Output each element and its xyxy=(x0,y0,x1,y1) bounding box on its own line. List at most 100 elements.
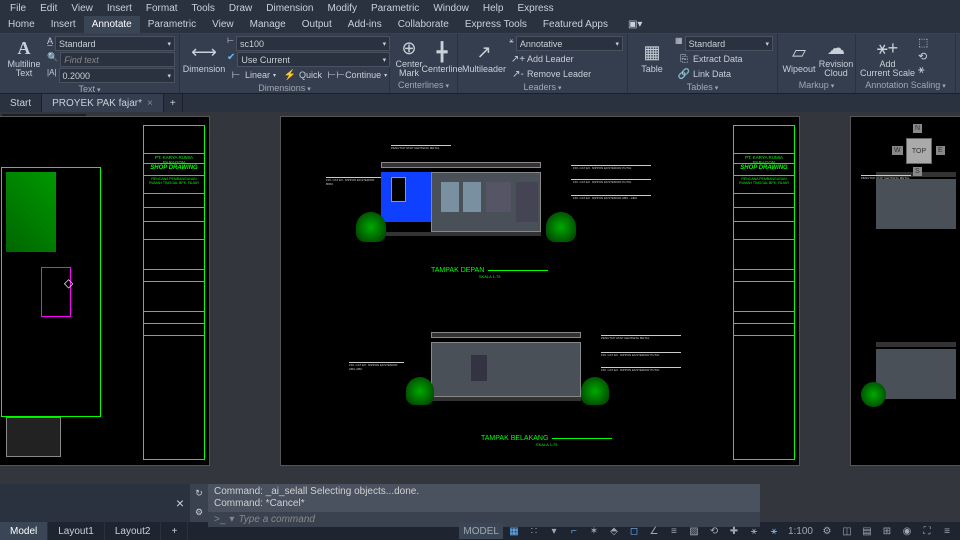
tab-addins[interactable]: Add-ins xyxy=(340,16,390,33)
grid-icon[interactable]: ▦ xyxy=(505,523,523,539)
menu-file[interactable]: File xyxy=(4,3,32,14)
centerline-button[interactable]: ╋ Centerline xyxy=(427,36,457,78)
panel-table-label[interactable]: Tables xyxy=(632,81,773,93)
panel-markup-label[interactable]: Markup xyxy=(782,79,851,91)
hardware-icon[interactable]: ⊞ xyxy=(878,523,896,539)
customize-icon[interactable]: ≡ xyxy=(938,523,956,539)
cmd-close-icon[interactable]: × xyxy=(176,495,184,511)
scale-sync-icon[interactable]: ⟲ xyxy=(918,50,928,63)
menu-draw[interactable]: Draw xyxy=(223,3,258,14)
layout-model[interactable]: Model xyxy=(0,522,48,540)
cmd-recent-icon[interactable]: ↻ xyxy=(195,488,203,499)
menu-parametric[interactable]: Parametric xyxy=(365,3,425,14)
menu-help[interactable]: Help xyxy=(477,3,510,14)
workspace-icon[interactable]: ⚙ xyxy=(818,523,836,539)
use-current-combo[interactable]: Use Current xyxy=(237,52,390,67)
tab-annotate[interactable]: Annotate xyxy=(84,16,140,33)
layout-2[interactable]: Layout2 xyxy=(105,522,162,540)
table-button[interactable]: ▦ Table xyxy=(632,36,672,78)
menu-window[interactable]: Window xyxy=(427,3,475,14)
add-leader-button[interactable]: ↗+Add Leader xyxy=(509,52,623,66)
title-block-center: PT. KARYA RUMIA PARAGON SHOP DRAWING REN… xyxy=(733,125,795,460)
qprops-icon[interactable]: ▤ xyxy=(858,523,876,539)
layout-1[interactable]: Layout1 xyxy=(48,522,105,540)
tab-express[interactable]: Express Tools xyxy=(457,16,535,33)
tab-manage[interactable]: Manage xyxy=(242,16,294,33)
multileader-button[interactable]: ↗ Multileader xyxy=(462,36,506,78)
menu-edit[interactable]: Edit xyxy=(34,3,63,14)
annovisibility-icon[interactable]: ⚹ xyxy=(765,523,783,539)
add-scale-button[interactable]: ⚹+ Add Current Scale xyxy=(860,36,915,78)
wipeout-button[interactable]: ▱ Wipeout xyxy=(782,36,816,78)
linear-button[interactable]: ⊢Linear▾ xyxy=(227,68,279,82)
annoscale-icon[interactable]: ⚹ xyxy=(745,523,763,539)
iso-icon[interactable]: ⬘ xyxy=(605,523,623,539)
menu-express[interactable]: Express xyxy=(511,3,559,14)
panel-dim-label[interactable]: Dimensions xyxy=(184,82,385,94)
quick-button[interactable]: ⚡Quick xyxy=(281,68,325,82)
table-style-combo[interactable]: Standard xyxy=(685,36,773,51)
link-data-button[interactable]: 🔗Link Data xyxy=(675,67,773,81)
tab-collaborate[interactable]: Collaborate xyxy=(390,16,457,33)
revision-cloud-button[interactable]: ☁ Revision Cloud xyxy=(819,36,853,78)
tab-home[interactable]: Home xyxy=(0,16,43,33)
ortho-icon[interactable]: ⌐ xyxy=(565,523,583,539)
drawing-canvas[interactable]: Top][2D Wireframe] PT. KARYA RUMIA PARAG… xyxy=(0,112,960,484)
find-text-input[interactable]: Find text xyxy=(60,52,175,67)
dimension-button[interactable]: ⟷ Dimension xyxy=(184,36,224,78)
infer-icon[interactable]: ▾ xyxy=(545,523,563,539)
remove-leader-button[interactable]: ↗-Remove Leader xyxy=(509,67,623,81)
menu-dimension[interactable]: Dimension xyxy=(260,3,319,14)
menu-tools[interactable]: Tools xyxy=(186,3,221,14)
transparency-icon[interactable]: ▨ xyxy=(685,523,703,539)
tab-focus[interactable]: ▣▾ xyxy=(620,16,650,33)
file-tab-start[interactable]: Start xyxy=(0,94,42,112)
tab-view[interactable]: View xyxy=(204,16,242,33)
leader-style-combo[interactable]: Annotative xyxy=(516,36,623,51)
centermark-button[interactable]: ⊕ Center Mark xyxy=(394,36,424,78)
viewcube[interactable]: TOP N S E W xyxy=(888,120,948,180)
menu-format[interactable]: Format xyxy=(140,3,184,14)
snap-icon[interactable]: ∷ xyxy=(525,523,543,539)
scale-list-icon[interactable]: ⬚ xyxy=(918,36,928,49)
annomonitor-icon[interactable]: ✚ xyxy=(725,523,743,539)
panel-text-label[interactable]: Text xyxy=(4,83,175,95)
otrack-icon[interactable]: ∠ xyxy=(645,523,663,539)
multiline-text-button[interactable]: A Multiline Text xyxy=(4,36,44,78)
elevation-title-front: TAMPAK DEPAN SKALA 1:75 xyxy=(431,267,548,279)
lineweight-icon[interactable]: ≡ xyxy=(665,523,683,539)
cycling-icon[interactable]: ⟲ xyxy=(705,523,723,539)
find-icon[interactable]: 🔍 xyxy=(47,52,58,67)
panel-leader-label[interactable]: Leaders xyxy=(462,81,623,93)
file-tab-doc[interactable]: PROYEK PAK fajar*× xyxy=(42,94,164,112)
dim-style-combo[interactable]: sc100 xyxy=(236,36,390,51)
osnap-icon[interactable]: ◻ xyxy=(625,523,643,539)
tab-parametric[interactable]: Parametric xyxy=(140,16,204,33)
menu-modify[interactable]: Modify xyxy=(322,3,363,14)
text-height-combo[interactable]: 0.2000 xyxy=(59,68,176,83)
drawing-sheet-left[interactable]: PT. KARYA RUMIA PARAGON SHOP DRAWING REN… xyxy=(0,116,210,466)
layout-add[interactable]: + xyxy=(161,522,188,540)
continue-button[interactable]: ⊢⊢Continue▾ xyxy=(327,68,390,82)
panel-center-label[interactable]: Centerlines xyxy=(394,79,453,91)
tab-insert[interactable]: Insert xyxy=(43,16,84,33)
tab-output[interactable]: Output xyxy=(294,16,340,33)
scale-readout[interactable]: 1:100 xyxy=(785,523,816,539)
cleanscreen-icon[interactable]: ⛶ xyxy=(918,523,936,539)
scale-add-icon[interactable]: ⚹ xyxy=(918,64,928,77)
cmd-config-icon[interactable]: ⚙ xyxy=(195,507,203,518)
text-style-combo[interactable]: Standard xyxy=(55,36,175,51)
polar-icon[interactable]: ✶ xyxy=(585,523,603,539)
units-icon[interactable]: ◫ xyxy=(838,523,856,539)
panel-scale-label[interactable]: Annotation Scaling xyxy=(860,79,951,91)
menu-insert[interactable]: Insert xyxy=(101,3,138,14)
extract-data-button[interactable]: ⎘Extract Data xyxy=(675,52,773,66)
isolate-icon[interactable]: ◉ xyxy=(898,523,916,539)
drawing-sheet-center[interactable]: FIN. CAT EX. NIPPON EKSTERIOR PUTIH FIN.… xyxy=(280,116,800,466)
file-tab-new[interactable]: + xyxy=(164,94,183,112)
tab-featured[interactable]: Featured Apps xyxy=(535,16,616,33)
command-history[interactable]: Command: _ai_selall Selecting objects...… xyxy=(208,484,760,512)
menu-view[interactable]: View xyxy=(65,3,99,14)
close-icon[interactable]: × xyxy=(147,98,153,109)
status-model-button[interactable]: MODEL xyxy=(459,523,503,539)
